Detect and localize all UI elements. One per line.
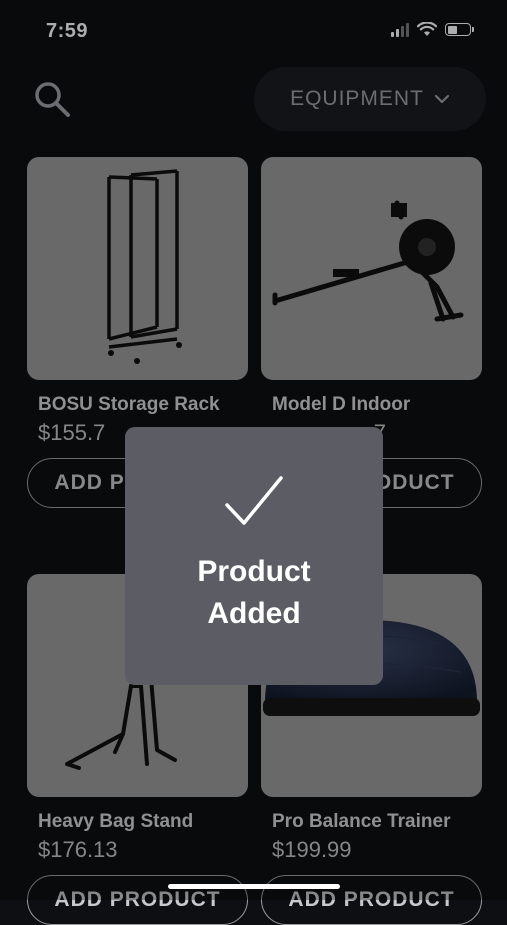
add-product-button[interactable]: ADD PRODUCT: [27, 875, 248, 925]
home-indicator[interactable]: [168, 884, 340, 889]
product-name: Heavy Bag Stand: [38, 811, 194, 832]
product-name: Model D Indoor: [272, 394, 411, 415]
storage-rack-image: [107, 169, 182, 364]
search-button[interactable]: [30, 78, 74, 122]
product-image[interactable]: [27, 157, 248, 380]
checkmark-icon: [225, 476, 283, 525]
product-price: $199.99: [272, 837, 352, 862]
product-price: $176.13: [38, 837, 118, 862]
category-filter-label: EQUIPMENT: [290, 87, 424, 110]
battery-icon: [445, 23, 474, 36]
category-filter-dropdown[interactable]: EQUIPMENT: [254, 67, 486, 131]
status-time: 7:59: [46, 20, 89, 42]
rowing-machine-image: [272, 200, 464, 322]
product-image[interactable]: [261, 157, 482, 380]
product-added-toast: Product Added: [125, 427, 383, 685]
add-product-button[interactable]: ADD PRODUCT: [261, 875, 482, 925]
chevron-down-icon: [434, 94, 450, 104]
wifi-icon: [417, 22, 437, 36]
signal-icon: [391, 22, 409, 37]
status-bar: 7:59: [0, 0, 507, 60]
search-icon: [35, 82, 70, 117]
status-icons: [391, 22, 474, 37]
product-name: BOSU Storage Rack: [38, 394, 220, 415]
product-name: Pro Balance Trainer: [272, 811, 451, 832]
toast-message: Product Added: [197, 555, 311, 630]
